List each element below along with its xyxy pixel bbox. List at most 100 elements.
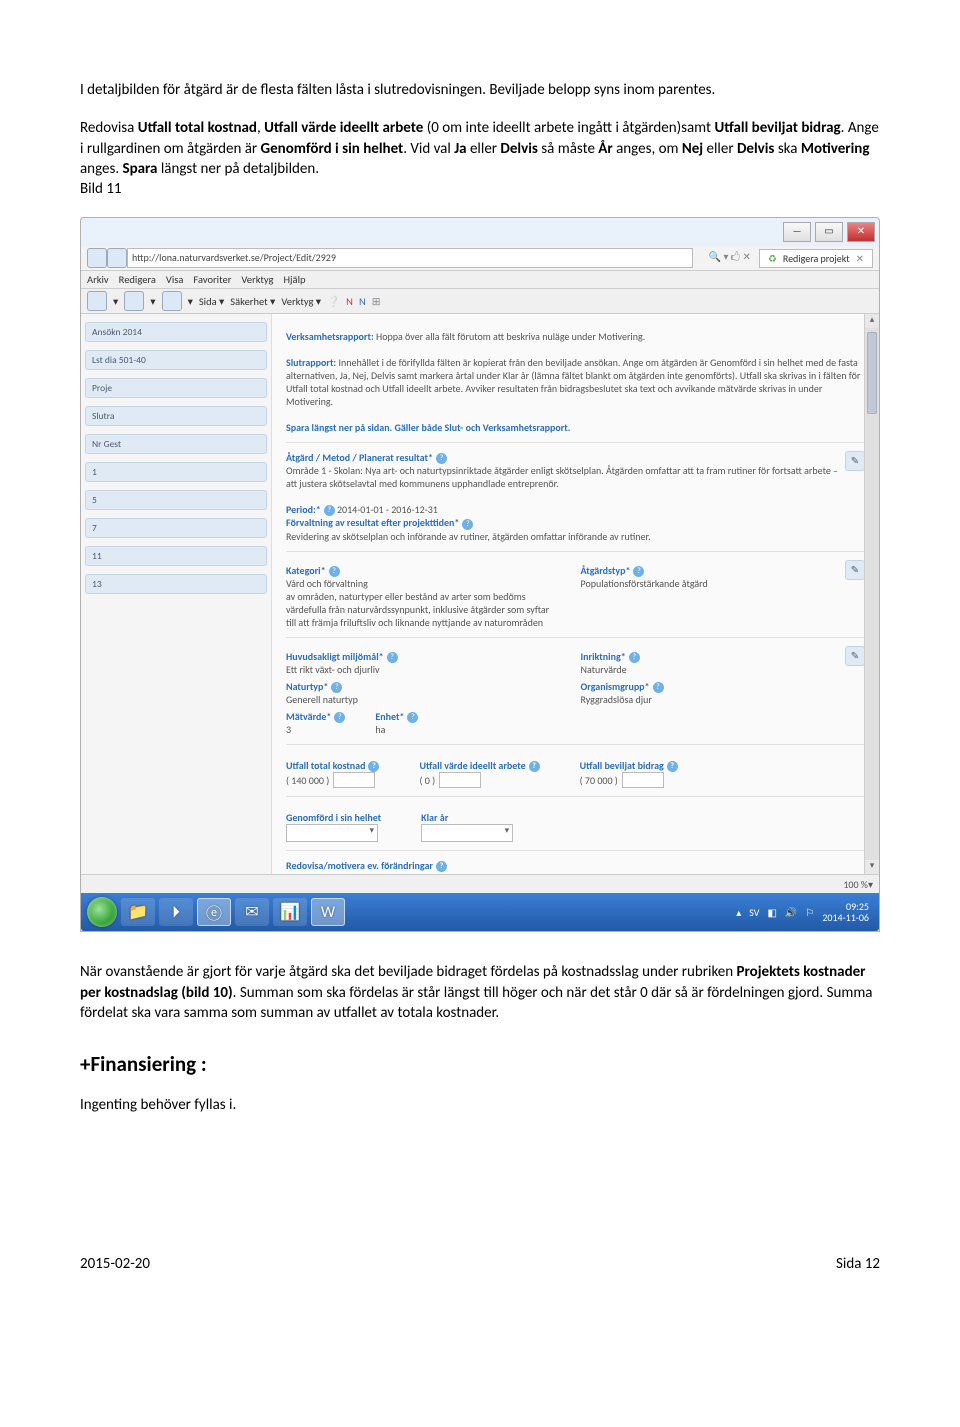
- gutter-item[interactable]: Proje: [85, 378, 267, 398]
- tray-volume-icon[interactable]: 🔊: [785, 906, 797, 919]
- edit-icon[interactable]: ✎: [845, 646, 865, 666]
- help-icon[interactable]: ?: [529, 761, 540, 772]
- taskbar-item-libraries[interactable]: 📁: [121, 898, 155, 926]
- taskbar-item-word[interactable]: W: [311, 898, 345, 926]
- gutter-num[interactable]: 7: [85, 518, 267, 538]
- mail-icon[interactable]: [162, 291, 182, 311]
- taskbar-item-excel[interactable]: 📊: [273, 898, 307, 926]
- scroll-up-icon[interactable]: ▴: [865, 314, 879, 328]
- footer-page: Sida 12: [836, 1255, 880, 1273]
- forward-button[interactable]: [107, 248, 127, 268]
- text: eller: [467, 140, 501, 158]
- gutter-num[interactable]: 11: [85, 546, 267, 566]
- term-ja: Ja: [454, 140, 466, 158]
- help-icon[interactable]: ?: [667, 761, 678, 772]
- help-icon[interactable]: ?: [368, 761, 379, 772]
- menu-favoriter[interactable]: Favoriter: [193, 273, 231, 286]
- utfall-ideellt-input[interactable]: [439, 772, 481, 788]
- taskbar-item-outlook[interactable]: ✉: [235, 898, 269, 926]
- menu-redigera[interactable]: Redigera: [119, 273, 156, 286]
- gutter-item[interactable]: Lst dia 501-40: [85, 350, 267, 370]
- home-icon[interactable]: [87, 291, 107, 311]
- select-genomford[interactable]: [286, 824, 378, 842]
- menu-visa[interactable]: Visa: [166, 273, 184, 286]
- help-icon[interactable]: ?: [387, 652, 398, 663]
- edit-icon[interactable]: ✎: [845, 451, 865, 471]
- help-icon[interactable]: ?: [331, 682, 342, 693]
- page-footer: 2015-02-20 Sida 12: [80, 1255, 880, 1273]
- term-spara: Spara: [123, 160, 158, 178]
- embedded-screenshot: — ▭ ✕ http://lona.naturvardsverket.se/Pr…: [80, 217, 880, 932]
- term-delvis: Delvis: [500, 140, 537, 158]
- zoom-label[interactable]: 100 %: [843, 878, 868, 891]
- help-icon[interactable]: ?: [329, 566, 340, 577]
- select-klar-ar[interactable]: [421, 824, 513, 842]
- menu-verktyg[interactable]: Verktyg: [241, 273, 273, 286]
- tab-close-icon[interactable]: ✕: [856, 252, 864, 265]
- utfall-kostnad-input[interactable]: [333, 772, 375, 788]
- label-inriktning: Inriktning*: [581, 650, 626, 663]
- label-atgard: Åtgärd / Metod / Planerat resultat*: [286, 451, 433, 464]
- taskbar-item-media[interactable]: ⏵: [159, 898, 193, 926]
- taskbar-item-ie[interactable]: ⓔ: [197, 898, 231, 926]
- address-bar[interactable]: http://lona.naturvardsverket.se/Project/…: [127, 248, 693, 268]
- ext-icon[interactable]: N: [359, 295, 366, 308]
- toolbar-sakerhet[interactable]: Säkerhet ▾: [230, 295, 275, 308]
- scroll-down-icon[interactable]: ▾: [865, 860, 879, 874]
- ext-icon[interactable]: ⊞: [372, 295, 381, 308]
- edit-icon[interactable]: ✎: [845, 560, 865, 580]
- help-icon[interactable]: ?: [462, 519, 473, 530]
- gutter-item[interactable]: Nr Gest: [85, 434, 267, 454]
- tray-flag-icon[interactable]: ⚐: [805, 906, 814, 919]
- scrollbar-vertical[interactable]: ▴ ▾: [864, 314, 879, 874]
- help-icon[interactable]: ?: [407, 712, 418, 723]
- forvaltning-text: Revidering av skötselplan och införande …: [286, 530, 845, 543]
- help-icon[interactable]: ?: [436, 453, 447, 464]
- toolbar-sida[interactable]: Sida ▾: [199, 295, 224, 308]
- tab-current[interactable]: ♻ Redigera projekt ✕: [759, 249, 873, 268]
- term-delvis2: Delvis: [737, 140, 774, 158]
- gutter-num[interactable]: 13: [85, 574, 267, 594]
- status-bar: 100 % ▾: [81, 874, 879, 893]
- toolbar-verktyg[interactable]: Verktyg ▾: [281, 295, 321, 308]
- window-close-button[interactable]: ✕: [847, 222, 875, 242]
- text: så måste: [538, 140, 598, 158]
- utfall-bidrag-input[interactable]: [622, 772, 664, 788]
- tray-date[interactable]: 2014-11-06: [822, 912, 869, 923]
- tray-up-icon[interactable]: ▴: [736, 906, 741, 919]
- menu-arkiv[interactable]: Arkiv: [87, 273, 109, 286]
- text: Redovisa: [80, 119, 138, 137]
- organism-text: Ryggradslösa djur: [581, 693, 846, 706]
- label-organism: Organismgrupp*: [581, 680, 650, 693]
- matvarde-value: 3: [286, 723, 345, 736]
- search-icon: 🔍 ▾ 🖒 ✕: [709, 250, 751, 267]
- ext-icon[interactable]: N: [346, 295, 353, 308]
- back-button[interactable]: [87, 248, 107, 268]
- window-minimize-button[interactable]: —: [783, 222, 811, 242]
- gutter-item[interactable]: Slutra: [85, 406, 267, 426]
- gutter-item[interactable]: Ansökn 2014: [85, 322, 267, 342]
- gutter-num[interactable]: 1: [85, 462, 267, 482]
- paragraph-2: Redovisa Utfall total kostnad, Utfall vä…: [80, 118, 880, 199]
- menu-hjalp[interactable]: Hjälp: [284, 273, 306, 286]
- gutter-num[interactable]: 5: [85, 490, 267, 510]
- window-maximize-button[interactable]: ▭: [815, 222, 843, 242]
- inriktning-text: Naturvärde: [581, 663, 846, 676]
- text: . Vid val: [403, 140, 454, 158]
- tray-lang[interactable]: SV: [749, 906, 759, 919]
- feed-icon[interactable]: [124, 291, 144, 311]
- ext-icon[interactable]: ❔: [327, 295, 340, 308]
- taskbar: 📁 ⏵ ⓔ ✉ 📊 W ▴ SV ◧ 🔊 ⚐ 09:25 2014-11-06: [81, 893, 879, 931]
- term-utfall-total: Utfall total kostnad: [138, 119, 257, 137]
- help-icon[interactable]: ?: [633, 566, 644, 577]
- label-forvaltning: Förvaltning av resultat efter projekttid…: [286, 516, 459, 529]
- help-icon[interactable]: ?: [324, 505, 335, 516]
- help-icon[interactable]: ?: [334, 712, 345, 723]
- tray-network-icon[interactable]: ◧: [767, 906, 776, 919]
- help-icon[interactable]: ?: [436, 861, 447, 872]
- start-button[interactable]: [87, 897, 117, 927]
- text: anges.: [80, 160, 123, 178]
- help-icon[interactable]: ?: [629, 652, 640, 663]
- menu-bar: Arkiv Redigera Visa Favoriter Verktyg Hj…: [81, 271, 879, 289]
- help-icon[interactable]: ?: [653, 682, 664, 693]
